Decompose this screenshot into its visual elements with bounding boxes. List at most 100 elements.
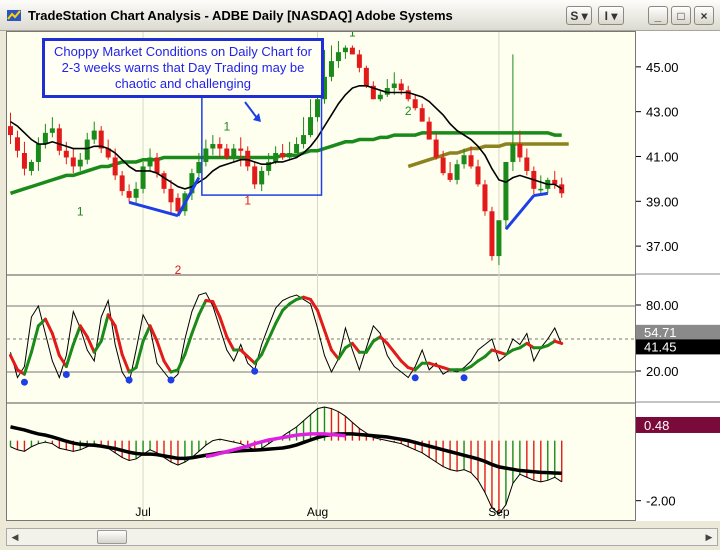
candle-body xyxy=(21,153,27,169)
price-tick-label: 37.00 xyxy=(646,239,679,254)
swing-count-label: 1 xyxy=(349,32,356,39)
stochastic-slow-segment xyxy=(392,350,403,363)
candle-body xyxy=(238,148,244,151)
stochastic-slow-segment xyxy=(316,308,326,332)
candle-body xyxy=(308,117,314,136)
candle-body xyxy=(133,188,139,198)
symbol-link-i-button[interactable]: I ▾ xyxy=(598,6,624,25)
candle-body xyxy=(119,175,125,192)
candle-body xyxy=(315,99,321,118)
scroll-right-arrow-icon[interactable]: ▶ xyxy=(702,530,716,544)
candle-body xyxy=(482,184,488,212)
stochastic-slow-segment xyxy=(71,324,82,346)
candle-body xyxy=(328,61,334,77)
stochastic-tick-label: 80.00 xyxy=(646,298,679,313)
swing-count-label: 2 xyxy=(405,104,412,118)
chart-canvas: 1 2 1 1 1 2 Jul Aug Sep xyxy=(7,25,635,520)
stochastic-slow-segment xyxy=(350,341,361,354)
window-title: TradeStation Chart Analysis - ADBE Daily… xyxy=(28,8,453,23)
stochastic-slow-segment xyxy=(322,328,333,352)
stochastic-slow-segment xyxy=(99,313,110,343)
candle-body xyxy=(503,161,509,221)
candle-body xyxy=(294,144,300,153)
price-tick-label: 39.00 xyxy=(646,194,679,209)
candle-body xyxy=(49,128,55,133)
price-axis: 45.00 43.00 41.00 39.00 37.00 80.00 20.00 54.71… xyxy=(636,31,720,521)
candle-body xyxy=(489,211,495,257)
candle-body xyxy=(538,188,544,191)
candle-body xyxy=(517,144,523,158)
stochastic-slow-segment xyxy=(553,339,564,345)
candle-body xyxy=(377,94,383,100)
callout-pointer-arrow xyxy=(244,101,258,119)
scroll-left-arrow-icon[interactable]: ◀ xyxy=(8,530,22,544)
candle-body xyxy=(475,166,481,185)
annotation-callout: Choppy Market Conditions on Daily Chart … xyxy=(42,38,324,98)
price-tick-label: 45.00 xyxy=(646,60,679,75)
price-tick-label: 41.00 xyxy=(646,149,679,164)
candle-body xyxy=(559,184,565,194)
stochastic-slow-segment xyxy=(8,354,19,372)
divergence-line xyxy=(504,194,535,231)
candle-body xyxy=(245,150,251,167)
dropdown-arrow-icon: ▾ xyxy=(578,9,588,23)
candle-body xyxy=(468,155,474,167)
stochastic-slow-segment xyxy=(50,332,61,357)
candle-body xyxy=(287,153,293,158)
candle-body xyxy=(301,135,307,145)
candle-body xyxy=(510,144,516,162)
candle-body xyxy=(363,67,369,86)
title-bar[interactable]: TradeStation Chart Analysis - ADBE Daily… xyxy=(0,0,720,31)
candle-body xyxy=(210,144,216,149)
candle-body xyxy=(217,144,223,149)
candle-body xyxy=(154,157,160,174)
candle-body xyxy=(440,157,446,174)
scroll-thumb[interactable] xyxy=(97,530,127,544)
candle-body xyxy=(56,128,62,151)
candle-body xyxy=(419,108,425,122)
price-tick-label: 43.00 xyxy=(646,105,679,120)
close-button[interactable]: × xyxy=(694,6,714,25)
candle-body xyxy=(14,137,20,151)
stochastic-value-label: 41.45 xyxy=(644,339,677,354)
candle-body xyxy=(259,170,265,185)
candle-body xyxy=(77,159,83,167)
candle-body xyxy=(252,166,258,185)
minimize-button[interactable]: _ xyxy=(648,6,668,25)
stochastic-slow-segment xyxy=(267,322,278,341)
candle-body xyxy=(224,148,230,158)
candle-body xyxy=(349,47,355,55)
candle-body xyxy=(280,153,286,158)
macd-tick-label: -2.00 xyxy=(646,494,676,509)
chart-window: TradeStation Chart Analysis - ADBE Daily… xyxy=(0,0,720,550)
stochastic-tick-label: 20.00 xyxy=(646,364,679,379)
maximize-button[interactable]: □ xyxy=(671,6,691,25)
candle-body xyxy=(203,148,209,162)
stochastic-slow-segment xyxy=(190,313,201,335)
swing-count-label: 1 xyxy=(77,205,84,219)
candle-body xyxy=(112,157,118,176)
stochastic-slow-segment xyxy=(92,339,103,354)
candle-body xyxy=(7,126,13,136)
stochastic-slow-segment xyxy=(162,359,173,374)
stochastic-slow-segment xyxy=(43,317,54,335)
macd-value-label: 0.48 xyxy=(644,418,669,433)
divergence-line xyxy=(533,191,549,198)
candle-body xyxy=(42,132,48,145)
candle-body xyxy=(454,164,460,180)
swing-count-label: 1 xyxy=(223,120,230,134)
candle-body xyxy=(196,161,202,174)
candle-body xyxy=(161,173,167,189)
swing-count-label: 1 xyxy=(244,194,251,208)
chart-plot-area[interactable]: 1 2 1 1 1 2 Jul Aug Sep xyxy=(6,25,636,521)
candle-body xyxy=(140,166,146,189)
stochastic-signal-dot xyxy=(62,371,70,378)
horizontal-scrollbar[interactable]: ◀ ▶ xyxy=(6,528,718,546)
candle-body xyxy=(398,83,404,91)
candle-body xyxy=(342,47,348,53)
candle-body xyxy=(496,220,502,257)
month-label: Jul xyxy=(135,505,150,519)
candle-body xyxy=(391,83,397,89)
symbol-link-s-button[interactable]: S ▾ xyxy=(566,6,592,25)
candle-body xyxy=(412,99,418,109)
